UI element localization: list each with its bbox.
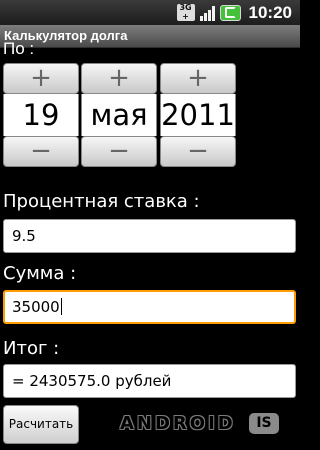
month-value[interactable]: мая (81, 94, 157, 136)
signal-bars-icon (199, 5, 215, 21)
app-title-bar: Калькулятор долга (0, 25, 300, 48)
status-time: 10:20 (248, 2, 292, 22)
text-cursor (60, 298, 62, 315)
status-bar: 3G + 10:20 (0, 0, 300, 25)
rate-label: Процентная ставка : (3, 191, 200, 212)
result-label: Итог : (3, 338, 60, 359)
day-decrement-button[interactable]: − (3, 136, 79, 167)
day-value[interactable]: 19 (3, 94, 79, 136)
status-icons: 3G + 10:20 (176, 2, 292, 22)
rate-value: 9.5 (12, 227, 36, 245)
month-increment-button[interactable]: + (81, 63, 157, 94)
day-picker: + 19 − (3, 63, 79, 167)
sum-value: 35000 (12, 298, 60, 316)
result-value: = 2430575.0 рублей (12, 372, 172, 390)
android-watermark: ANDROID (120, 413, 236, 434)
rate-input[interactable]: 9.5 (3, 219, 296, 253)
battery-charging-icon (219, 4, 241, 21)
month-decrement-button[interactable]: − (81, 136, 157, 167)
year-decrement-button[interactable]: − (160, 136, 236, 167)
3g-icon: 3G + (176, 3, 195, 21)
year-value[interactable]: 2011 (160, 94, 236, 136)
watermark-badge: IS (249, 413, 279, 434)
month-picker: + мая − (81, 63, 157, 167)
end-date-label: По : (3, 39, 35, 58)
network-activity-label: + (182, 11, 189, 21)
day-increment-button[interactable]: + (3, 63, 79, 94)
sum-input[interactable]: 35000 (3, 290, 296, 324)
year-increment-button[interactable]: + (160, 63, 236, 94)
sum-label: Сумма : (3, 263, 77, 284)
result-field[interactable]: = 2430575.0 рублей (3, 364, 296, 398)
calculate-button[interactable]: Расчитать (3, 405, 79, 444)
year-picker: + 2011 − (160, 63, 236, 167)
